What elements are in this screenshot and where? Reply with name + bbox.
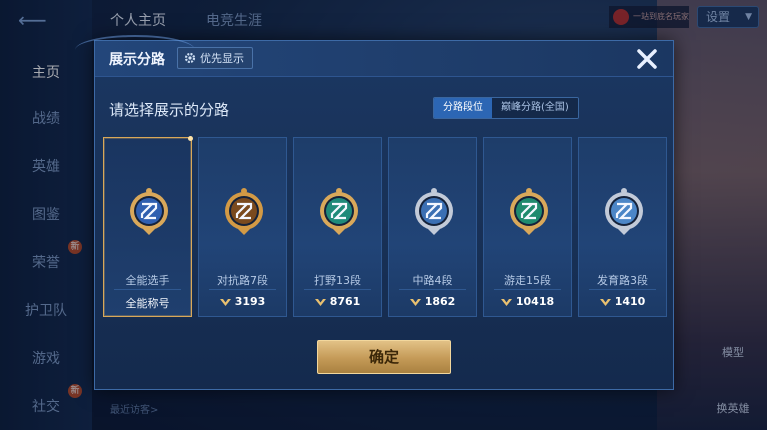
selected-corner-marker: [188, 136, 193, 141]
jungle-emblem-icon: [320, 188, 358, 235]
lane-card-name: 发育路3段: [597, 274, 648, 287]
dialog-subtitle: 请选择展示的分路: [109, 101, 230, 119]
all-round-emblem-icon: [130, 188, 168, 235]
lane-card-name: 对抗路7段: [217, 274, 268, 287]
card-divider: [114, 289, 181, 290]
lane-score: 1862: [424, 295, 456, 308]
priority-display-label: 优先显示: [200, 52, 244, 65]
lane-card-footer: 8761: [294, 295, 381, 308]
lane-card-footer: 全能称号: [104, 295, 191, 311]
lane-score: 3193: [234, 295, 266, 308]
rank-score-icon: [599, 298, 611, 306]
lane-score: 10418: [515, 295, 555, 308]
lane-card-list: 全能选手 全能称号 对抗路7段 3193 打野13段 8761 中路4段 1862 游走15段 1…: [103, 136, 667, 317]
toggle-peak-lane[interactable]: 巅峰分路(全国): [492, 98, 578, 118]
priority-display-button[interactable]: 优先显示: [177, 47, 253, 69]
lane-card-footer-text: 全能称号: [125, 297, 170, 310]
rank-score-icon: [409, 298, 421, 306]
lane-card[interactable]: 对抗路7段 3193: [198, 137, 287, 317]
card-divider: [399, 289, 466, 290]
lane-card[interactable]: 游走15段 10418: [483, 137, 572, 317]
lane-card[interactable]: 打野13段 8761: [293, 137, 382, 317]
lane-card-footer: 1410: [579, 295, 666, 308]
rank-score-icon: [219, 298, 231, 306]
dialog-header: 展示分路 优先显示: [75, 35, 673, 77]
lane-display-dialog: 展示分路 优先显示 请选择展示的分路 分路段位 巅峰分路(全国) 全能选手全能称…: [75, 35, 674, 390]
lane-card-name: 全能选手: [125, 274, 170, 287]
farm-lane-emblem-icon: [605, 188, 643, 235]
card-divider: [209, 289, 276, 290]
mid-lane-emblem-icon: [415, 188, 453, 235]
rank-score-icon: [500, 298, 512, 306]
lane-card[interactable]: 发育路3段 1410: [578, 137, 667, 317]
clash-lane-emblem-icon: [225, 188, 263, 235]
lane-card-name: 中路4段: [412, 274, 453, 287]
confirm-button[interactable]: 确定: [317, 340, 451, 374]
card-divider: [494, 289, 561, 290]
rank-score-icon: [314, 298, 326, 306]
toggle-lane-rank[interactable]: 分路段位: [434, 98, 492, 118]
gear-icon: [184, 52, 196, 64]
lane-card-name: 游走15段: [504, 274, 551, 287]
lane-mode-toggle: 分路段位 巅峰分路(全国): [433, 97, 579, 119]
lane-card-name: 打野13段: [314, 274, 361, 287]
lane-score: 1410: [614, 295, 646, 308]
close-icon[interactable]: [633, 45, 661, 73]
dialog-title: 展示分路: [109, 52, 165, 68]
lane-score: 8761: [329, 295, 361, 308]
card-divider: [589, 289, 656, 290]
lane-card[interactable]: 中路4段 1862: [388, 137, 477, 317]
roam-emblem-icon: [510, 188, 548, 235]
card-divider: [304, 289, 371, 290]
lane-card-footer: 3193: [199, 295, 286, 308]
lane-card[interactable]: 全能选手 全能称号: [103, 136, 193, 317]
lane-card-footer: 1862: [389, 295, 476, 308]
lane-card-footer: 10418: [484, 295, 571, 308]
